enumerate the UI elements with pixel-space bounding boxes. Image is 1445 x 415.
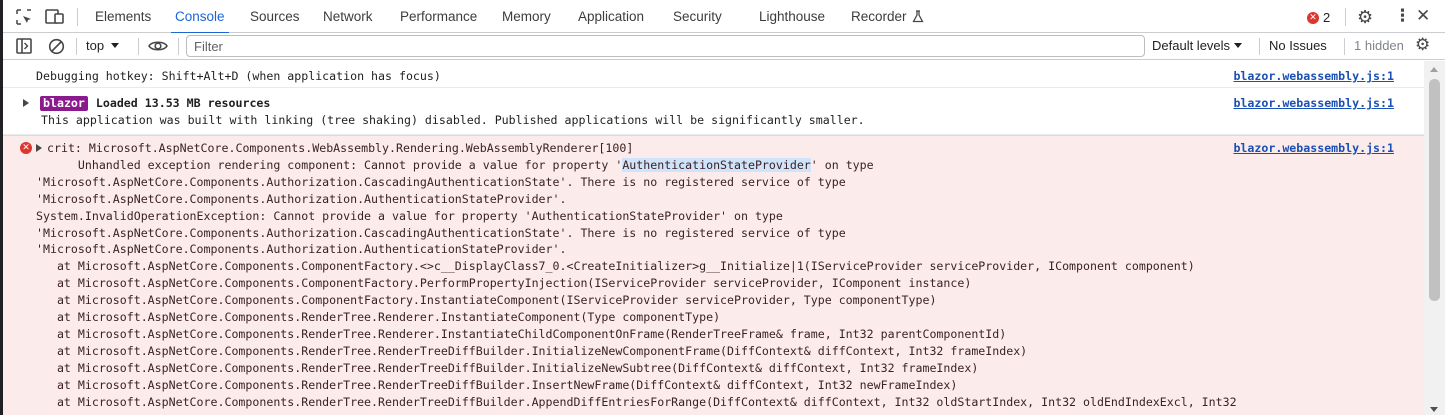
message-line: 'Microsoft.AspNetCore.Components.Authori… — [36, 191, 567, 206]
message-text: Debugging hotkey: Shift+Alt+D (when appl… — [36, 69, 441, 83]
device-toolbar-icon[interactable] — [45, 7, 65, 27]
toolbar-divider — [178, 38, 179, 55]
console-toolbar: top Filter Default levels No Issues 1 hi… — [3, 33, 1445, 60]
log-levels-dropdown[interactable]: Default levels — [1152, 38, 1243, 53]
message-line: crit: Microsoft.AspNetCore.Components.We… — [36, 140, 1427, 157]
message-text: Loaded 13.53 MB resources — [95, 96, 271, 110]
toolbar-divider — [76, 38, 77, 55]
message-text: ' on type — [810, 157, 874, 172]
expand-triangle-icon[interactable] — [23, 99, 29, 108]
toolbar-divider — [1259, 38, 1260, 55]
inspect-element-icon[interactable] — [14, 7, 34, 27]
error-count: 2 — [1323, 10, 1331, 25]
stack-frame: at Microsoft.AspNetCore.Components.Compo… — [36, 276, 972, 291]
stack-frame: at Microsoft.AspNetCore.Components.Rende… — [36, 360, 979, 375]
settings-gear-icon[interactable]: ⚙ — [1357, 7, 1373, 28]
tab-divider — [1345, 8, 1346, 26]
tab-performance[interactable]: Performance — [400, 0, 477, 33]
console-error-message: ✕ crit: Microsoft.AspNetCore.Components.… — [3, 135, 1427, 415]
message-line: blazor Loaded 13.53 MB resources — [23, 95, 1427, 112]
source-link[interactable]: blazor.webassembly.js:1 — [1233, 68, 1394, 85]
error-counter[interactable]: ✕ 2 — [1307, 10, 1330, 25]
error-icon: ✕ — [1307, 11, 1319, 24]
console-settings-gear-icon[interactable]: ⚙ — [1415, 35, 1430, 55]
message-line: 'Microsoft.AspNetCore.Components.Authori… — [36, 174, 846, 189]
error-header: crit: Microsoft.AspNetCore.Components.We… — [47, 141, 634, 155]
tab-divider — [77, 8, 78, 26]
more-options-icon[interactable]: ⋮ — [1394, 6, 1411, 26]
stack-frame: at Microsoft.AspNetCore.Components.Compo… — [36, 293, 937, 308]
expand-triangle-icon[interactable] — [36, 144, 42, 153]
tab-network[interactable]: Network — [323, 0, 373, 33]
message-line: Unhandled exception rendering component:… — [36, 157, 1427, 174]
filter-input[interactable]: Filter — [186, 35, 1145, 57]
tab-recorder[interactable]: Recorder — [851, 0, 924, 33]
scroll-down-arrow-icon[interactable] — [1430, 407, 1438, 412]
stack-frame: at Microsoft.AspNetCore.Components.Rende… — [36, 394, 1237, 409]
tab-security[interactable]: Security — [673, 0, 722, 33]
message-line: 'Microsoft.AspNetCore.Components.Authori… — [36, 242, 567, 257]
live-expression-eye-icon[interactable] — [148, 39, 168, 58]
console-scrollbar[interactable] — [1424, 61, 1445, 415]
tab-lighthouse[interactable]: Lighthouse — [759, 0, 825, 33]
console-group-message: blazor Loaded 13.53 MB resources This ap… — [3, 88, 1427, 135]
tab-elements[interactable]: Elements — [95, 0, 151, 33]
issues-button[interactable]: No Issues — [1269, 38, 1327, 53]
error-icon: ✕ — [20, 142, 32, 154]
tab-application[interactable]: Application — [578, 0, 644, 33]
source-link[interactable]: blazor.webassembly.js:1 — [1233, 95, 1394, 112]
flask-icon — [911, 10, 924, 23]
highlighted-text: AuthenticationStateProvider — [622, 157, 811, 172]
dropdown-arrow-icon — [111, 43, 120, 48]
stack-frame: at Microsoft.AspNetCore.Components.Rende… — [36, 310, 721, 325]
context-selector[interactable]: top — [86, 38, 120, 53]
stack-frame: at Microsoft.AspNetCore.Components.Rende… — [36, 343, 1028, 358]
hidden-count: 1 hidden — [1354, 38, 1404, 53]
stack-frame: at Microsoft.AspNetCore.Components.Rende… — [36, 377, 958, 392]
message-text: This application was built with linking … — [41, 112, 865, 127]
stack-frame: at Microsoft.AspNetCore.Components.Rende… — [36, 326, 1007, 341]
message-text: Unhandled exception rendering component:… — [36, 157, 623, 172]
blazor-badge: blazor — [40, 95, 88, 111]
devtools-window: Elements Console Sources Network Perform… — [3, 0, 1445, 415]
console-message: Debugging hotkey: Shift+Alt+D (when appl… — [3, 61, 1427, 88]
scroll-up-arrow-icon[interactable] — [1430, 67, 1438, 72]
clear-console-icon[interactable] — [48, 38, 65, 60]
console-messages: Debugging hotkey: Shift+Alt+D (when appl… — [3, 61, 1427, 415]
close-devtools-icon[interactable]: ✕ — [1416, 6, 1430, 26]
sidebar-toggle-icon[interactable] — [16, 38, 32, 59]
devtools-tab-bar: Elements Console Sources Network Perform… — [3, 0, 1445, 34]
tab-console[interactable]: Console — [171, 0, 229, 34]
context-value: top — [86, 38, 105, 53]
log-levels-label: Default levels — [1152, 38, 1231, 53]
toolbar-divider — [1344, 38, 1345, 55]
tab-recorder-label: Recorder — [851, 9, 907, 24]
toolbar-divider — [138, 38, 139, 55]
dropdown-arrow-icon — [1234, 43, 1243, 48]
scrollbar-thumb[interactable] — [1429, 79, 1440, 301]
stack-frame: at Microsoft.AspNetCore.Components.Compo… — [36, 259, 1195, 274]
tab-sources[interactable]: Sources — [250, 0, 300, 33]
message-line: 'Microsoft.AspNetCore.Components.Authori… — [36, 225, 846, 240]
tab-memory[interactable]: Memory — [502, 0, 551, 33]
source-link[interactable]: blazor.webassembly.js:1 — [1233, 140, 1394, 157]
message-line: System.InvalidOperationException: Cannot… — [36, 208, 783, 223]
